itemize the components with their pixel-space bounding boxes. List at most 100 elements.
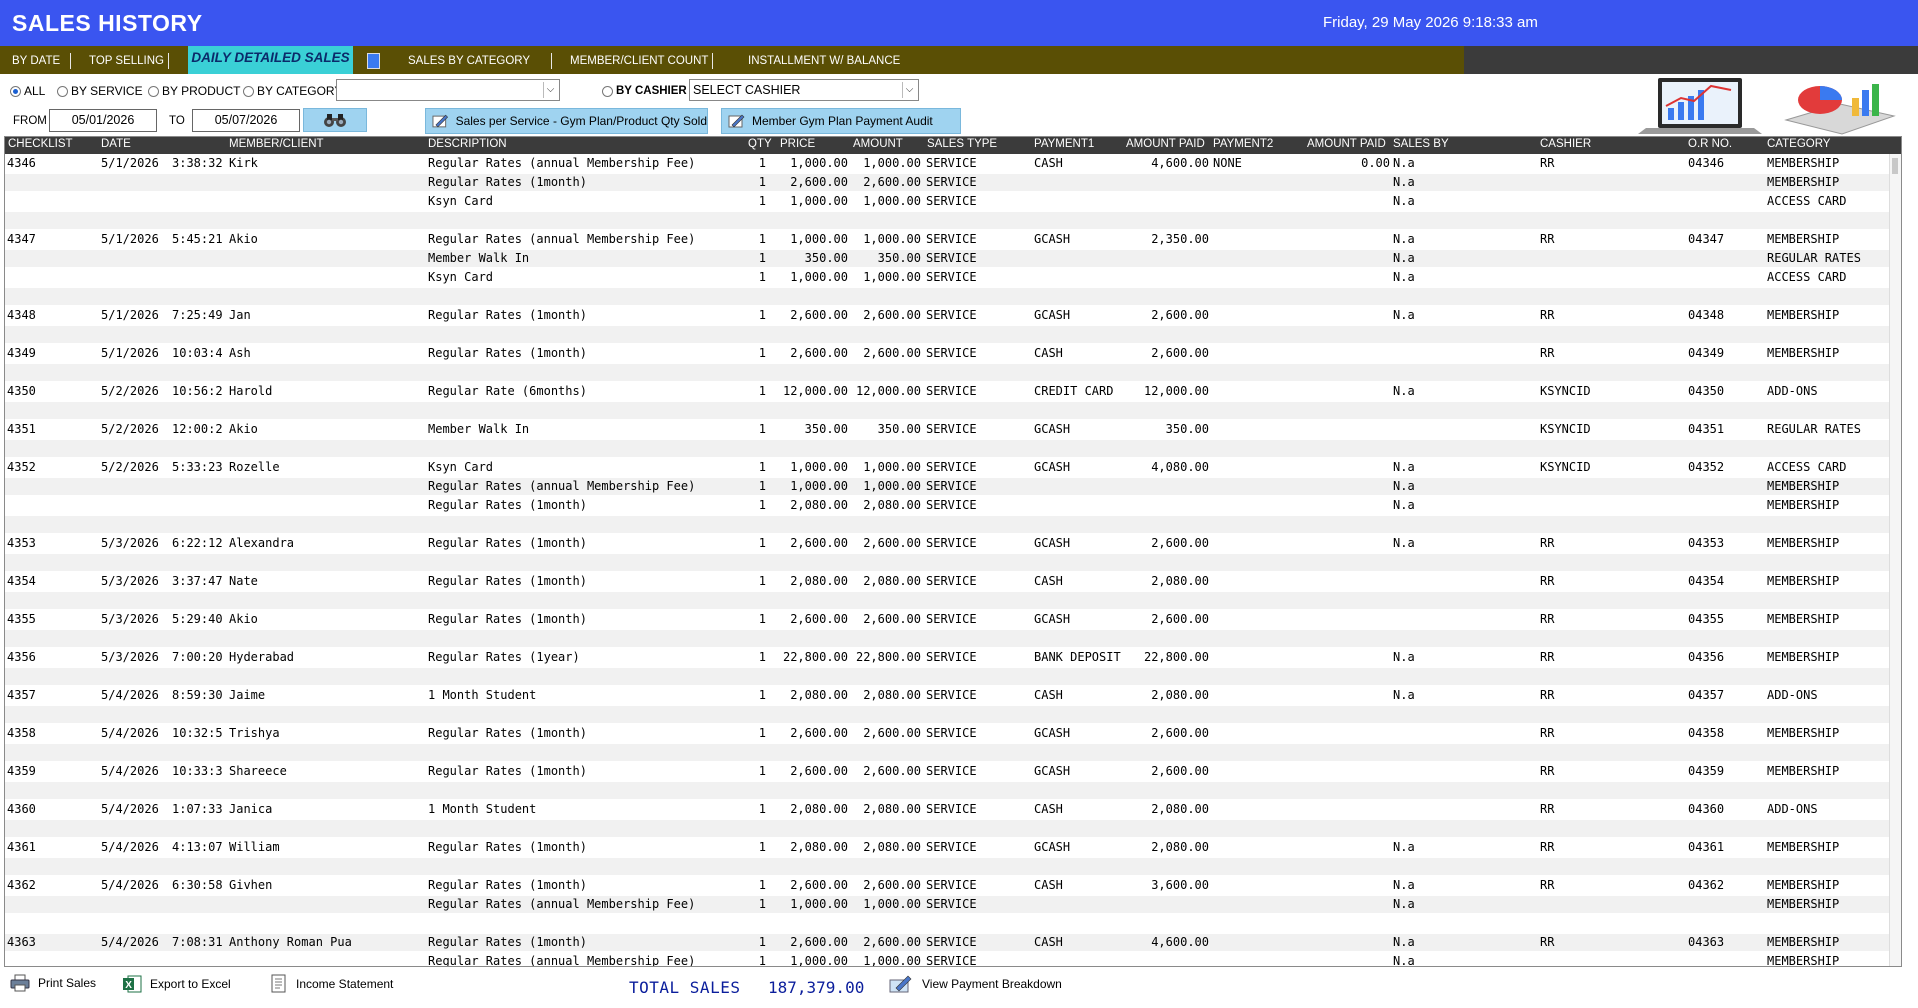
from-date-input[interactable]: 05/01/2026 [49,109,157,132]
column-header[interactable]: PAYMENT2 [1213,138,1273,150]
table-row[interactable]: 4355 5/3/2026 5:29:40 Akio Regular Rates (1m… [5,610,1885,629]
column-header[interactable]: QTY [748,138,772,150]
tab-installment-balance[interactable]: INSTALLMENT W/ BALANCE [748,46,900,74]
table-row[interactable]: 4359 5/4/2026 10:33:3(Shareece Regular Rate… [5,762,1885,781]
tab-member-client-count[interactable]: MEMBER/CLIENT COUNT [570,46,708,74]
table-row[interactable]: 4349 5/1/2026 10:03:4(Ash Regular Rates (1m… [5,344,1885,363]
print-sales-button[interactable]: Print Sales [10,974,96,992]
amount-paid1-cell: 2,080.00 [1151,840,1209,854]
or-number-cell: 04355 [1688,612,1725,626]
pencil-icon [432,114,449,128]
column-header[interactable]: CASHIER [1540,138,1591,150]
column-header[interactable]: MEMBER/CLIENT [229,138,324,150]
gym-plan-audit-button[interactable]: Member Gym Plan Payment Audit [721,108,961,134]
table-row[interactable]: 4358 5/4/2026 10:32:5' Trishya Regular Rates… [5,724,1885,743]
view-payment-breakdown-button[interactable]: View Payment Breakdown [888,974,1062,994]
table-row[interactable]: Regular Rates (annual Membership Fee) 1 1,… [5,477,1885,496]
export-excel-button[interactable]: X Export to Excel [122,974,231,994]
table-row[interactable]: 4361 5/4/2026 4:13:07 William Regular Rates … [5,838,1885,857]
table-row[interactable]: 4362 5/4/2026 6:30:58 Givhen Regular Rates (… [5,876,1885,895]
column-header[interactable]: O.R NO. [1688,138,1732,150]
view-payment-breakdown-label: View Payment Breakdown [922,977,1062,991]
tab-daily-detailed-sales[interactable]: DAILY DETAILED SALES [188,46,353,74]
category-cell: MEMBERSHIP [1767,935,1840,949]
table-row[interactable]: 4353 5/3/2026 6:22:12 Alexandra Regular Rate… [5,534,1885,553]
total-sales-label: TOTAL SALES [629,978,741,997]
column-header[interactable]: AMOUNT [853,138,903,150]
table-row[interactable]: Regular Rates (1month) 1 2,600.00 2,600.00 S… [5,173,1885,192]
sales-type-cell: SERVICE [926,612,977,626]
column-header[interactable]: DATE [101,138,131,150]
table-row[interactable]: 4360 5/4/2026 1:07:33 Janica 1 Month Student… [5,800,1885,819]
filter-by-category-radio[interactable]: BY CATEGORY [243,84,342,98]
income-statement-button[interactable]: Income Statement [270,974,393,994]
column-header[interactable]: CHECKLIST [8,138,73,150]
date-cell: 5/2/2026 [101,460,159,474]
category-cell: MEMBERSHIP [1767,498,1840,512]
category-cell: ADD-ONS [1767,384,1818,398]
sales-grid[interactable]: CHECKLIST DATE MEMBER/CLIENT DESCRIPTION… [4,136,1902,967]
table-row[interactable]: 4350 5/2/2026 10:56:2: Harold Regular Rate (… [5,382,1885,401]
sales-per-service-button[interactable]: Sales per Service - Gym Plan/Product Qty… [425,108,708,134]
table-row[interactable]: Ksyn Card 1 1,000.00 1,000.00 SERVICE N.a ACCE… [5,268,1885,287]
amount-cell: 2,080.00 [863,688,921,702]
amount-cell: 2,080.00 [863,840,921,854]
category-select[interactable]: ⌵ [336,79,560,101]
amount-cell: 1,000.00 [863,460,921,474]
tab-by-date[interactable]: BY DATE [12,46,60,74]
amount-paid1-cell: 2,600.00 [1151,726,1209,740]
filter-by-service-radio[interactable]: BY SERVICE [57,84,143,98]
to-date-input[interactable]: 05/07/2026 [192,109,300,132]
sales-type-cell: SERVICE [926,574,977,588]
payment1-cell: CASH [1034,935,1063,949]
category-cell: MEMBERSHIP [1767,308,1840,322]
column-header[interactable]: PAYMENT1 [1034,138,1094,150]
table-row[interactable]: 4348 5/1/2026 7:25:49 Jan Regular Rates (1mo… [5,306,1885,325]
table-row[interactable]: Regular Rates (1month) 1 2,080.00 2,080.00 S… [5,496,1885,515]
chevron-down-icon[interactable]: ⌵ [543,82,557,98]
table-row[interactable]: 4351 5/2/2026 12:00:2! Akio Member Walk In 1 3… [5,420,1885,439]
column-header[interactable]: AMOUNT PAID [1307,138,1386,150]
table-row[interactable]: Ksyn Card 1 1,000.00 1,000.00 SERVICE N.a ACCE… [5,192,1885,211]
table-row[interactable]: 4356 5/3/2026 7:00:20 Hyderabad Regular Rate… [5,648,1885,667]
vertical-scrollbar[interactable] [1889,154,1901,966]
column-header[interactable]: CATEGORY [1767,138,1830,150]
filter-by-cashier-radio[interactable]: BY CASHIER [602,85,687,97]
cashier-select[interactable]: SELECT CASHIER ⌵ [689,79,919,101]
description-cell: Regular Rates (1month) [428,574,587,588]
table-row[interactable]: 4347 5/1/2026 5:45:21 Akio Regular Rates (an… [5,230,1885,249]
date-cell: 5/4/2026 [101,878,159,892]
table-row[interactable]: 4352 5/2/2026 5:33:23 Rozelle Ksyn Card 1 1,00… [5,458,1885,477]
qty-cell: 1 [758,270,766,284]
sales-by-cell: N.a [1393,175,1415,189]
filter-by-product-radio[interactable]: BY PRODUCT [148,84,240,98]
column-header[interactable]: SALES TYPE [927,138,997,150]
table-row[interactable]: Regular Rates (annual Membership Fee) 1 1,… [5,895,1885,914]
search-button[interactable] [303,108,367,132]
checklist-cell: 4363 [7,935,36,949]
checklist-cell: 4358 [7,726,36,740]
payment1-cell: CREDIT CARD [1034,384,1114,398]
table-row[interactable]: 4346 5/1/2026 3:38:32 Kirk Regular Rates (an… [5,154,1885,173]
amount-paid1-cell: 350.00 [1165,422,1209,436]
column-header[interactable]: SALES BY [1393,138,1449,150]
column-header[interactable]: PRICE [780,138,815,150]
time-cell: 12:00:2! [172,422,224,436]
price-cell: 2,600.00 [790,726,848,740]
tab-top-selling[interactable]: TOP SELLING [89,46,164,74]
scrollbar-thumb[interactable] [1892,158,1898,174]
table-row[interactable]: Member Walk In 1 350.00 350.00 SERVICE N.a REG… [5,249,1885,268]
description-cell: Regular Rates (1month) [428,840,587,854]
table-row[interactable]: 4354 5/3/2026 3:37:47 Nate Regular Rates (1m… [5,572,1885,591]
table-row[interactable]: 4357 5/4/2026 8:59:30 Jaime 1 Month Student 1… [5,686,1885,705]
member-cell: Jan [229,308,251,322]
tab-sales-by-category[interactable]: SALES BY CATEGORY [408,46,530,74]
table-row[interactable]: Regular Rates (annual Membership Fee) 1 1,… [5,952,1885,966]
column-header[interactable]: DESCRIPTION [428,138,507,150]
table-row[interactable]: 4363 5/4/2026 7:08:31 Anthony Roman Pua Regu… [5,933,1885,952]
total-sales-value: 187,379.00 [768,978,865,997]
filter-all-radio[interactable]: ALL [10,84,45,98]
payment1-cell: CASH [1034,802,1063,816]
chevron-down-icon[interactable]: ⌵ [902,82,916,98]
column-header[interactable]: AMOUNT PAID [1126,138,1205,150]
